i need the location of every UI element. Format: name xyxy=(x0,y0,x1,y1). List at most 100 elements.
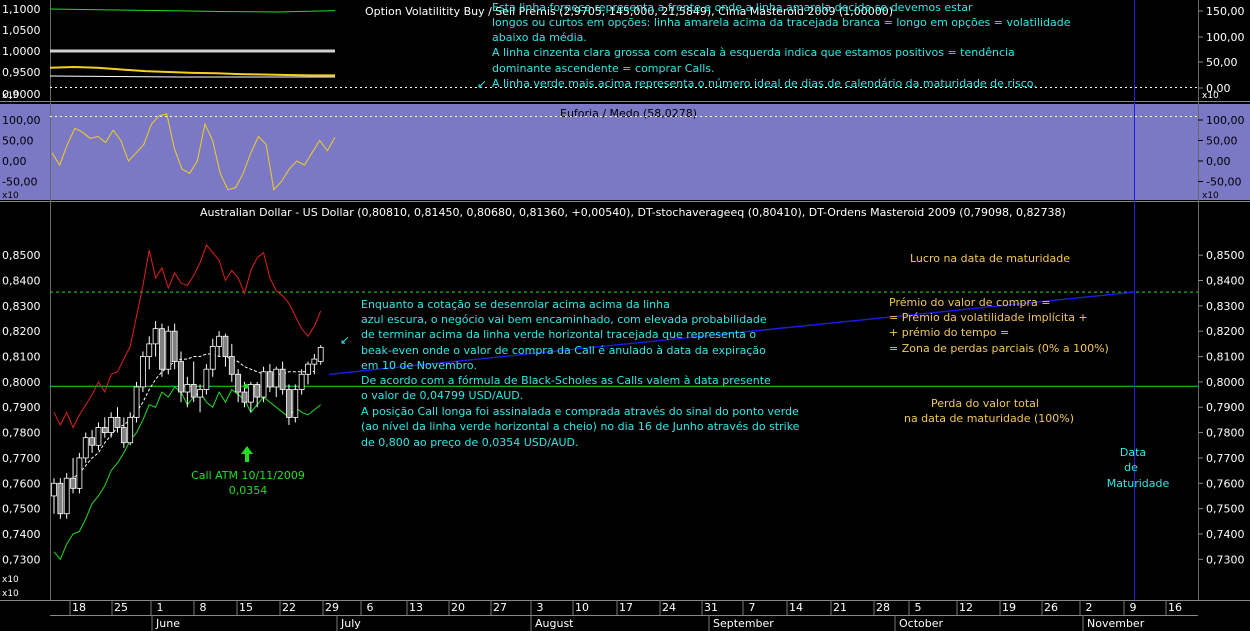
x-day-label: 9 xyxy=(1130,601,1137,614)
candle-body xyxy=(178,361,184,393)
premio-line-1: Prémio do valor de compra = xyxy=(889,296,1050,309)
x-day-label: 28 xyxy=(876,601,890,614)
annotation-arrow-icon: ↙ xyxy=(340,333,350,347)
call-signal-dot xyxy=(243,383,249,389)
perda-line-1: Perda do valor total xyxy=(931,397,1039,410)
x-day-label: 24 xyxy=(662,601,676,614)
top-note-line-2: longos ou curtos em opções: linha amarel… xyxy=(492,16,1071,29)
x-day-label: 18 xyxy=(72,601,86,614)
candle-body xyxy=(114,416,121,428)
candle-body xyxy=(76,457,83,489)
top-right-tick-label: 100,00 xyxy=(1206,31,1245,44)
candle-body xyxy=(216,335,223,347)
y-tick-label-left: 0,8000 xyxy=(2,376,41,389)
annotation-line-7: o valor de 0,04799 USD/AUD. xyxy=(361,389,523,402)
y-tick-label: 0,8200 xyxy=(1206,325,1245,338)
call-line-2: 0,0354 xyxy=(229,484,268,497)
candle-body xyxy=(184,384,191,393)
candle-body xyxy=(152,328,159,345)
candle-body xyxy=(247,384,254,403)
candle-body xyxy=(70,477,76,489)
x-day-label: 16 xyxy=(1168,601,1182,614)
top-note-arrow-icon: ↙ xyxy=(477,77,487,91)
candle-body xyxy=(286,389,292,418)
x-day-label: 29 xyxy=(325,601,339,614)
candle-body xyxy=(63,477,70,515)
y-tick-label-left: 0,8400 xyxy=(2,274,41,287)
mid-right-tick-label: 50,00 xyxy=(1206,135,1238,148)
candle-body xyxy=(82,437,89,459)
mid-panel-scale-mark-right: x10 xyxy=(1202,191,1219,201)
maturidade-line-3: Maturidade xyxy=(1107,477,1170,490)
premio-line-3: + prémio do tempo = xyxy=(889,326,1009,339)
mid-panel-title: Euforia / Medo (58,0278) xyxy=(560,107,697,120)
x-day-label: 10 xyxy=(575,601,589,614)
x-month-label: June xyxy=(155,617,180,630)
x-day-label: 1 xyxy=(157,601,164,614)
y-tick-label: 0,7500 xyxy=(1206,503,1245,516)
x-month-label: October xyxy=(899,617,943,630)
candle-body xyxy=(197,389,203,398)
main-panel-scale-mark: x10 xyxy=(2,575,19,585)
candle-body xyxy=(311,358,318,365)
lucro-label: Lucro na data de maturidade xyxy=(910,252,1070,265)
x-day-label: 12 xyxy=(959,601,973,614)
y-tick-label: 0,8500 xyxy=(1206,249,1245,262)
top-right-tick-label: 50,00 xyxy=(1206,56,1238,69)
top-left-tick-label: 1,0000 xyxy=(2,45,41,58)
maturidade-line-2: de xyxy=(1124,461,1138,474)
x-month-label: November xyxy=(1087,617,1145,630)
candle-body xyxy=(95,427,102,446)
x-day-label: 8 xyxy=(200,601,207,614)
candle-body xyxy=(209,346,216,370)
y-tick-label-left: 0,7600 xyxy=(2,477,41,490)
candle-body xyxy=(171,330,178,363)
top-note-line-4: A linha cinzenta clara grossa com escala… xyxy=(492,46,1015,59)
y-tick-label-left: 0,8200 xyxy=(2,325,41,338)
candle-body xyxy=(57,482,64,515)
mid-panel-scale-mark: x10 xyxy=(2,191,19,201)
x-day-label: 31 xyxy=(704,601,718,614)
candle-body xyxy=(241,391,248,403)
annotation-line-9: (ao nível da linha verde horizontal a ch… xyxy=(361,420,800,433)
annotation-line-4: beak-even onde o valor de compra da Call… xyxy=(361,344,766,357)
y-tick-label-left: 0,7900 xyxy=(2,401,41,414)
top-left-tick-label: 1,0500 xyxy=(2,24,41,37)
top-note-line-3: abaixo da média. xyxy=(492,31,587,44)
x-day-label: 15 xyxy=(239,601,253,614)
top-note-line-6: A linha verde mais acima representa o nú… xyxy=(492,77,1037,90)
x-day-label: 14 xyxy=(789,601,803,614)
annotation-line-10: de 0,800 ao preço de 0,0354 USD/AUD. xyxy=(361,436,579,449)
chart-window: Option Volatilitity Buy / Sell Premis (2… xyxy=(0,0,1250,631)
candle-body xyxy=(292,389,299,418)
y-tick-label: 0,7300 xyxy=(1206,553,1245,566)
y-tick-label-left: 0,7700 xyxy=(2,452,41,465)
candle-body xyxy=(317,347,324,362)
annotation-line-2: azul escura, o negócio vai bem encaminha… xyxy=(361,313,767,326)
top-note-line-1: Esta linha fornece representa a frente e… xyxy=(492,1,973,14)
x-month-label: July xyxy=(340,617,361,630)
mid-right-tick-label: 0,00 xyxy=(1206,155,1231,168)
candle-body xyxy=(146,343,153,357)
candle-body xyxy=(165,330,172,370)
x-day-label: 26 xyxy=(1044,601,1058,614)
x-day-label: 2 xyxy=(1086,601,1093,614)
mid-right-tick-label: 100,00 xyxy=(1206,114,1245,127)
y-tick-label: 0,7700 xyxy=(1206,452,1245,465)
annotation-line-6: De acordo com a fórmula de Black-Scholes… xyxy=(361,374,771,387)
y-tick-label-left: 0,7300 xyxy=(2,553,41,566)
candle-body xyxy=(101,427,108,433)
annotation-line-3: de terminar acima da linha verde horizon… xyxy=(361,328,756,341)
x-day-label: 6 xyxy=(367,601,374,614)
candle-body xyxy=(254,384,261,398)
chart-canvas: Option Volatilitity Buy / Sell Premis (2… xyxy=(0,0,1250,631)
annotation-line-8: A posição Call longa foi assinalada e co… xyxy=(361,405,799,418)
y-tick-label-left: 0,8500 xyxy=(2,249,41,262)
x-day-label: 7 xyxy=(749,601,756,614)
x-day-label: 22 xyxy=(282,601,296,614)
x-axis-days: 18 25 1 8 15 22 29 6 13 20 27 3 10 17 24 31 7 14 21 28 5 12 19… xyxy=(69,600,1182,615)
x-day-label: 20 xyxy=(451,601,465,614)
top-left-tick-label: 0,9000 xyxy=(2,88,41,101)
candle-body xyxy=(139,356,146,388)
x-day-label: 3 xyxy=(537,601,544,614)
